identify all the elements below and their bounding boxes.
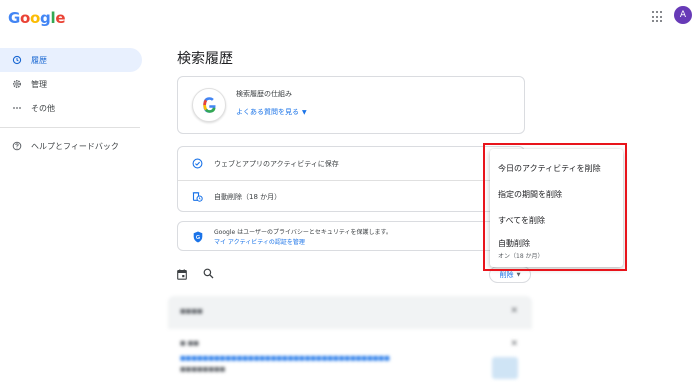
faq-link-label: よくある質問を見る [236,108,299,116]
caret-down-icon: ▼ [302,109,307,116]
google-g-logo [192,88,226,122]
history-list-blurred: ■■■■ ✕ ■ ■■ ✕ ■■■■■■■■■■■■■■■■■■■■■■■■■■… [168,296,532,382]
main-content: 検索履歴 検索履歴の仕組み よくある質問を見る ▼ ウェブとアプリのアクティビティ… [177,48,525,251]
shield-icon: G [193,231,203,243]
gear-icon [12,79,22,89]
history-day-header: ■■■■ ✕ [168,296,532,329]
sidebar-item-label: その他 [31,103,55,113]
avatar[interactable]: A [674,6,692,24]
auto-delete-label: 自動削除（18 か月） [214,192,282,201]
sidebar: 履歴 管理 その他 ヘルプとフィードバック [0,48,144,158]
how-it-works-title: 検索履歴の仕組み [236,90,292,98]
sidebar-item-label: ヘルプとフィードバック [31,141,119,151]
calendar-icon[interactable] [177,269,187,280]
menu-item-delete-range[interactable]: 指定の期間を削除 [490,189,623,200]
menu-item-label: 今日のアクティビティを削除 [498,164,601,173]
entry-source-placeholder: ■ ■■ [180,340,199,347]
sidebar-item-label: 履歴 [31,55,47,65]
google-logo[interactable]: Google [8,9,65,27]
entry-subtitle-placeholder: ■■■■■■■■ [180,366,226,373]
history-toolbar: 削除 ▼ [177,266,533,286]
sidebar-divider [0,127,140,128]
menu-item-label: すべてを削除 [498,216,545,225]
svg-text:G: G [196,235,200,241]
search-icon[interactable] [203,268,214,279]
activity-settings-card: ウェブとアプリのアクティビティに保存 自動削除（18 か月） [177,146,525,212]
sidebar-item-other[interactable]: その他 [0,96,144,120]
close-icon: ✕ [510,306,518,316]
entry-title-placeholder: ■■■■■■■■■■■■■■■■■■■■■■■■■■■■■■■■■■■■■ [180,355,390,362]
history-icon [12,55,22,65]
auto-delete-icon [192,191,203,202]
auto-delete-row[interactable]: 自動削除（18 か月） [178,180,524,213]
delete-dropdown-button[interactable]: 削除 ▼ [489,266,531,283]
web-app-activity-label: ウェブとアプリのアクティビティに保存 [214,159,339,168]
more-horiz-icon [12,103,22,113]
menu-item-sublabel: オン（18 か月） [498,253,544,260]
history-entry: ■ ■■ ✕ ■■■■■■■■■■■■■■■■■■■■■■■■■■■■■■■■■… [168,329,532,382]
sidebar-item-label: 管理 [31,79,47,89]
sidebar-item-history[interactable]: 履歴 [0,48,142,72]
day-label-placeholder: ■■■■ [180,308,203,315]
delete-button-label: 削除 [499,270,514,279]
top-bar: Google A [0,0,700,36]
menu-item-auto-delete[interactable]: 自動削除 オン（18 か月） [490,238,623,260]
privacy-card: G Google はユーザーのプライバシーとセキュリティを保護します。 マイ ア… [177,221,525,251]
menu-item-label: 自動削除 [498,239,530,248]
how-it-works-card: 検索履歴の仕組み よくある質問を見る ▼ [177,76,525,134]
privacy-text: Google はユーザーのプライバシーとセキュリティを保護します。 [214,229,392,236]
faq-link[interactable]: よくある質問を見る ▼ [236,107,307,117]
web-app-activity-row[interactable]: ウェブとアプリのアクティビティに保存 [178,147,524,180]
menu-item-delete-today[interactable]: 今日のアクティビティを削除 [490,163,623,174]
delete-menu: 今日のアクティビティを削除 指定の期間を削除 すべてを削除 自動削除 オン（18… [490,149,623,267]
page-title: 検索履歴 [177,51,233,67]
apps-grid-icon[interactable] [652,11,664,23]
entry-thumbnail [492,357,518,379]
sidebar-item-help[interactable]: ヘルプとフィードバック [0,134,144,158]
check-circle-icon [192,158,203,169]
help-icon [12,141,22,151]
caret-down-icon: ▼ [516,271,521,278]
close-icon: ✕ [510,339,518,349]
sidebar-item-manage[interactable]: 管理 [0,72,144,96]
menu-item-delete-all[interactable]: すべてを削除 [490,215,623,226]
verification-settings-link[interactable]: マイ アクティビティの認証を管理 [214,237,305,246]
menu-item-label: 指定の期間を削除 [498,190,562,199]
